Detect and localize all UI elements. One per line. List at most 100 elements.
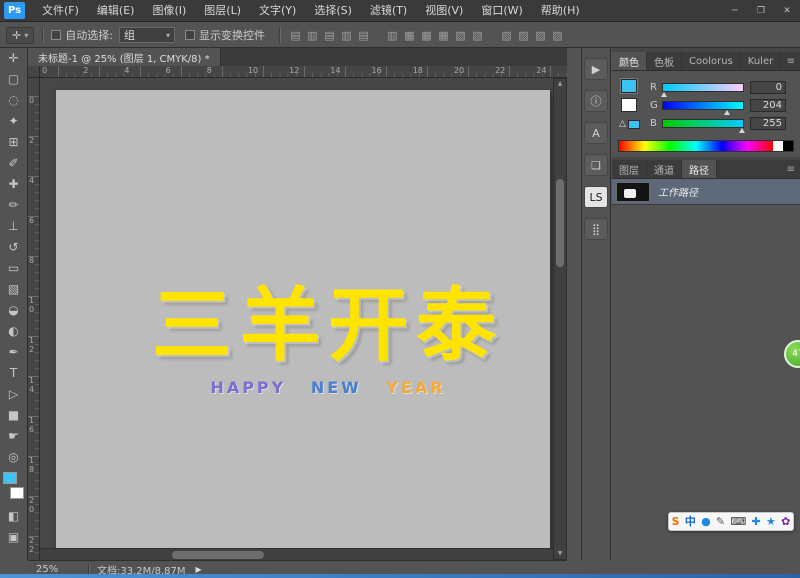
align-icon[interactable]: ▤ [322, 29, 337, 42]
vertical-ruler[interactable]: 0 2 4 6 8 10 12 14 16 18 20 22 [28, 78, 40, 560]
dock-panel-icon[interactable]: ⣿ [584, 218, 608, 240]
align-icon[interactable]: ▤ [288, 29, 303, 42]
show-transform-controls-checkbox[interactable] [184, 30, 195, 40]
ruler-corner[interactable] [28, 66, 40, 78]
tool-button[interactable]: ▭ [0, 258, 28, 279]
menu-item[interactable]: 视图(V) [416, 0, 472, 22]
channel-slider[interactable] [662, 118, 746, 133]
tool-button[interactable]: ■ [0, 405, 28, 426]
canvas-viewport[interactable]: 三羊开泰 HAPPY NEW YEAR [40, 78, 553, 560]
gamut-warning[interactable]: △ [619, 119, 640, 129]
tool-button[interactable]: ↺ [0, 237, 28, 258]
panel-menu-icon[interactable]: ≡ [782, 160, 800, 178]
panel-tab[interactable]: Kuler [741, 52, 782, 70]
vertical-scrollbar-thumb[interactable] [556, 179, 564, 267]
align-icon[interactable]: ▤ [356, 29, 371, 42]
ime-icon[interactable]: ✚ [752, 513, 761, 530]
document-canvas[interactable]: 三羊开泰 HAPPY NEW YEAR [56, 90, 550, 560]
scroll-down-icon[interactable]: ▼ [554, 549, 566, 559]
align-icon[interactable]: ▧ [499, 29, 514, 42]
tool-button[interactable]: ⊞ [0, 132, 28, 153]
tool-button[interactable]: ✏ [0, 195, 28, 216]
window-control-icon[interactable]: ─ [722, 0, 748, 22]
align-icon[interactable]: ▦ [419, 29, 434, 42]
align-icon[interactable]: ▥ [305, 29, 320, 42]
ime-icon[interactable]: 中 [685, 513, 696, 530]
tool-button[interactable]: ✐ [0, 153, 28, 174]
panel-tab[interactable]: 路径 [682, 160, 717, 178]
tool-mode-button[interactable]: ▣ [0, 527, 28, 548]
tool-button[interactable]: ✛ [0, 48, 28, 69]
panel-tab[interactable]: 色板 [647, 52, 682, 70]
background-color-swatch[interactable] [9, 487, 24, 499]
tool-button[interactable]: ✒ [0, 342, 28, 363]
spectrum-black-chip[interactable] [783, 141, 793, 151]
slider-thumb-icon[interactable] [739, 127, 746, 133]
menu-item[interactable]: 图层(L) [195, 0, 250, 22]
background-color-swatch[interactable] [621, 98, 637, 112]
tool-button[interactable]: ◒ [0, 300, 28, 321]
menu-item[interactable]: 滤镜(T) [361, 0, 416, 22]
menu-item[interactable]: 图像(I) [143, 0, 195, 22]
ime-icon[interactable]: ⌨ [730, 513, 746, 530]
dock-panel-icon[interactable]: ⓘ [584, 90, 608, 112]
panel-tab[interactable]: 通道 [647, 160, 682, 178]
panel-tab[interactable]: 图层 [612, 160, 647, 178]
panel-menu-icon[interactable]: ≡ [782, 52, 800, 70]
tool-button[interactable]: ✦ [0, 111, 28, 132]
dock-panel-icon[interactable]: LS [584, 186, 608, 208]
dock-panel-icon[interactable]: ▶ [584, 58, 608, 80]
menu-item[interactable]: 文字(Y) [250, 0, 305, 22]
auto-select-target-dropdown[interactable]: 组 ▾ [118, 27, 175, 43]
ime-icon[interactable]: ✎ [716, 513, 725, 530]
align-icon[interactable]: ▨ [550, 29, 565, 42]
tool-preset-picker[interactable]: ✛ ▾ [6, 26, 35, 44]
ime-icon[interactable]: S [672, 513, 680, 530]
align-icon[interactable]: ▧ [470, 29, 485, 42]
vertical-scrollbar[interactable]: ▲ ▼ [553, 78, 567, 560]
path-row[interactable]: 工作路径 [612, 179, 800, 205]
tool-button[interactable]: ▧ [0, 279, 28, 300]
foreground-color-swatch[interactable] [2, 472, 17, 484]
spectrum-rainbow[interactable] [619, 141, 773, 151]
horizontal-scrollbar[interactable] [40, 548, 553, 560]
align-icon[interactable]: ▥ [385, 29, 400, 42]
channel-slider[interactable] [660, 82, 744, 97]
dock-panel-icon[interactable]: A [584, 122, 608, 144]
ime-icon[interactable]: ★ [766, 513, 776, 530]
align-icon[interactable]: ▨ [533, 29, 548, 42]
tool-button[interactable]: ⊥ [0, 216, 28, 237]
window-control-icon[interactable]: ❐ [748, 0, 774, 22]
ime-icon[interactable]: ✿ [781, 513, 790, 530]
tool-mode-button[interactable]: ◧ [0, 506, 28, 527]
gamut-color-chip[interactable] [627, 119, 640, 129]
panel-tab[interactable]: Coolorus [682, 52, 741, 70]
channel-value-field[interactable]: 0 [750, 80, 786, 94]
tool-button[interactable]: ▢ [0, 69, 28, 90]
window-control-icon[interactable]: ✕ [774, 0, 800, 22]
tool-button[interactable]: ◐ [0, 321, 28, 342]
tool-button[interactable]: ☛ [0, 426, 28, 447]
menu-item[interactable]: 帮助(H) [532, 0, 589, 22]
path-thumbnail[interactable] [616, 181, 650, 202]
tool-button[interactable]: T [0, 363, 28, 384]
status-flyout-icon[interactable]: ▶ [196, 565, 202, 574]
tool-button[interactable]: ▷ [0, 384, 28, 405]
zoom-level-field[interactable]: 25% [36, 564, 80, 575]
menu-item[interactable]: 选择(S) [305, 0, 361, 22]
horizontal-ruler[interactable]: 0 2 4 6 8 10 12 14 16 18 20 22 24 [40, 66, 567, 78]
scroll-up-icon[interactable]: ▲ [554, 79, 566, 89]
tool-button[interactable]: ◌ [0, 90, 28, 111]
channel-value-field[interactable]: 204 [750, 98, 786, 112]
align-icon[interactable]: ▦ [436, 29, 451, 42]
tool-button[interactable]: ✚ [0, 174, 28, 195]
ime-icon[interactable]: ● [701, 513, 711, 530]
align-icon[interactable]: ▧ [453, 29, 468, 42]
align-icon[interactable]: ▥ [339, 29, 354, 42]
dock-panel-icon[interactable]: ❏ [584, 154, 608, 176]
channel-slider[interactable] [662, 100, 744, 115]
tool-button[interactable]: ◎ [0, 447, 28, 468]
panel-tab[interactable]: 颜色 [612, 52, 647, 70]
foreground-color-swatch[interactable] [620, 78, 638, 94]
align-icon[interactable]: ▦ [402, 29, 417, 42]
